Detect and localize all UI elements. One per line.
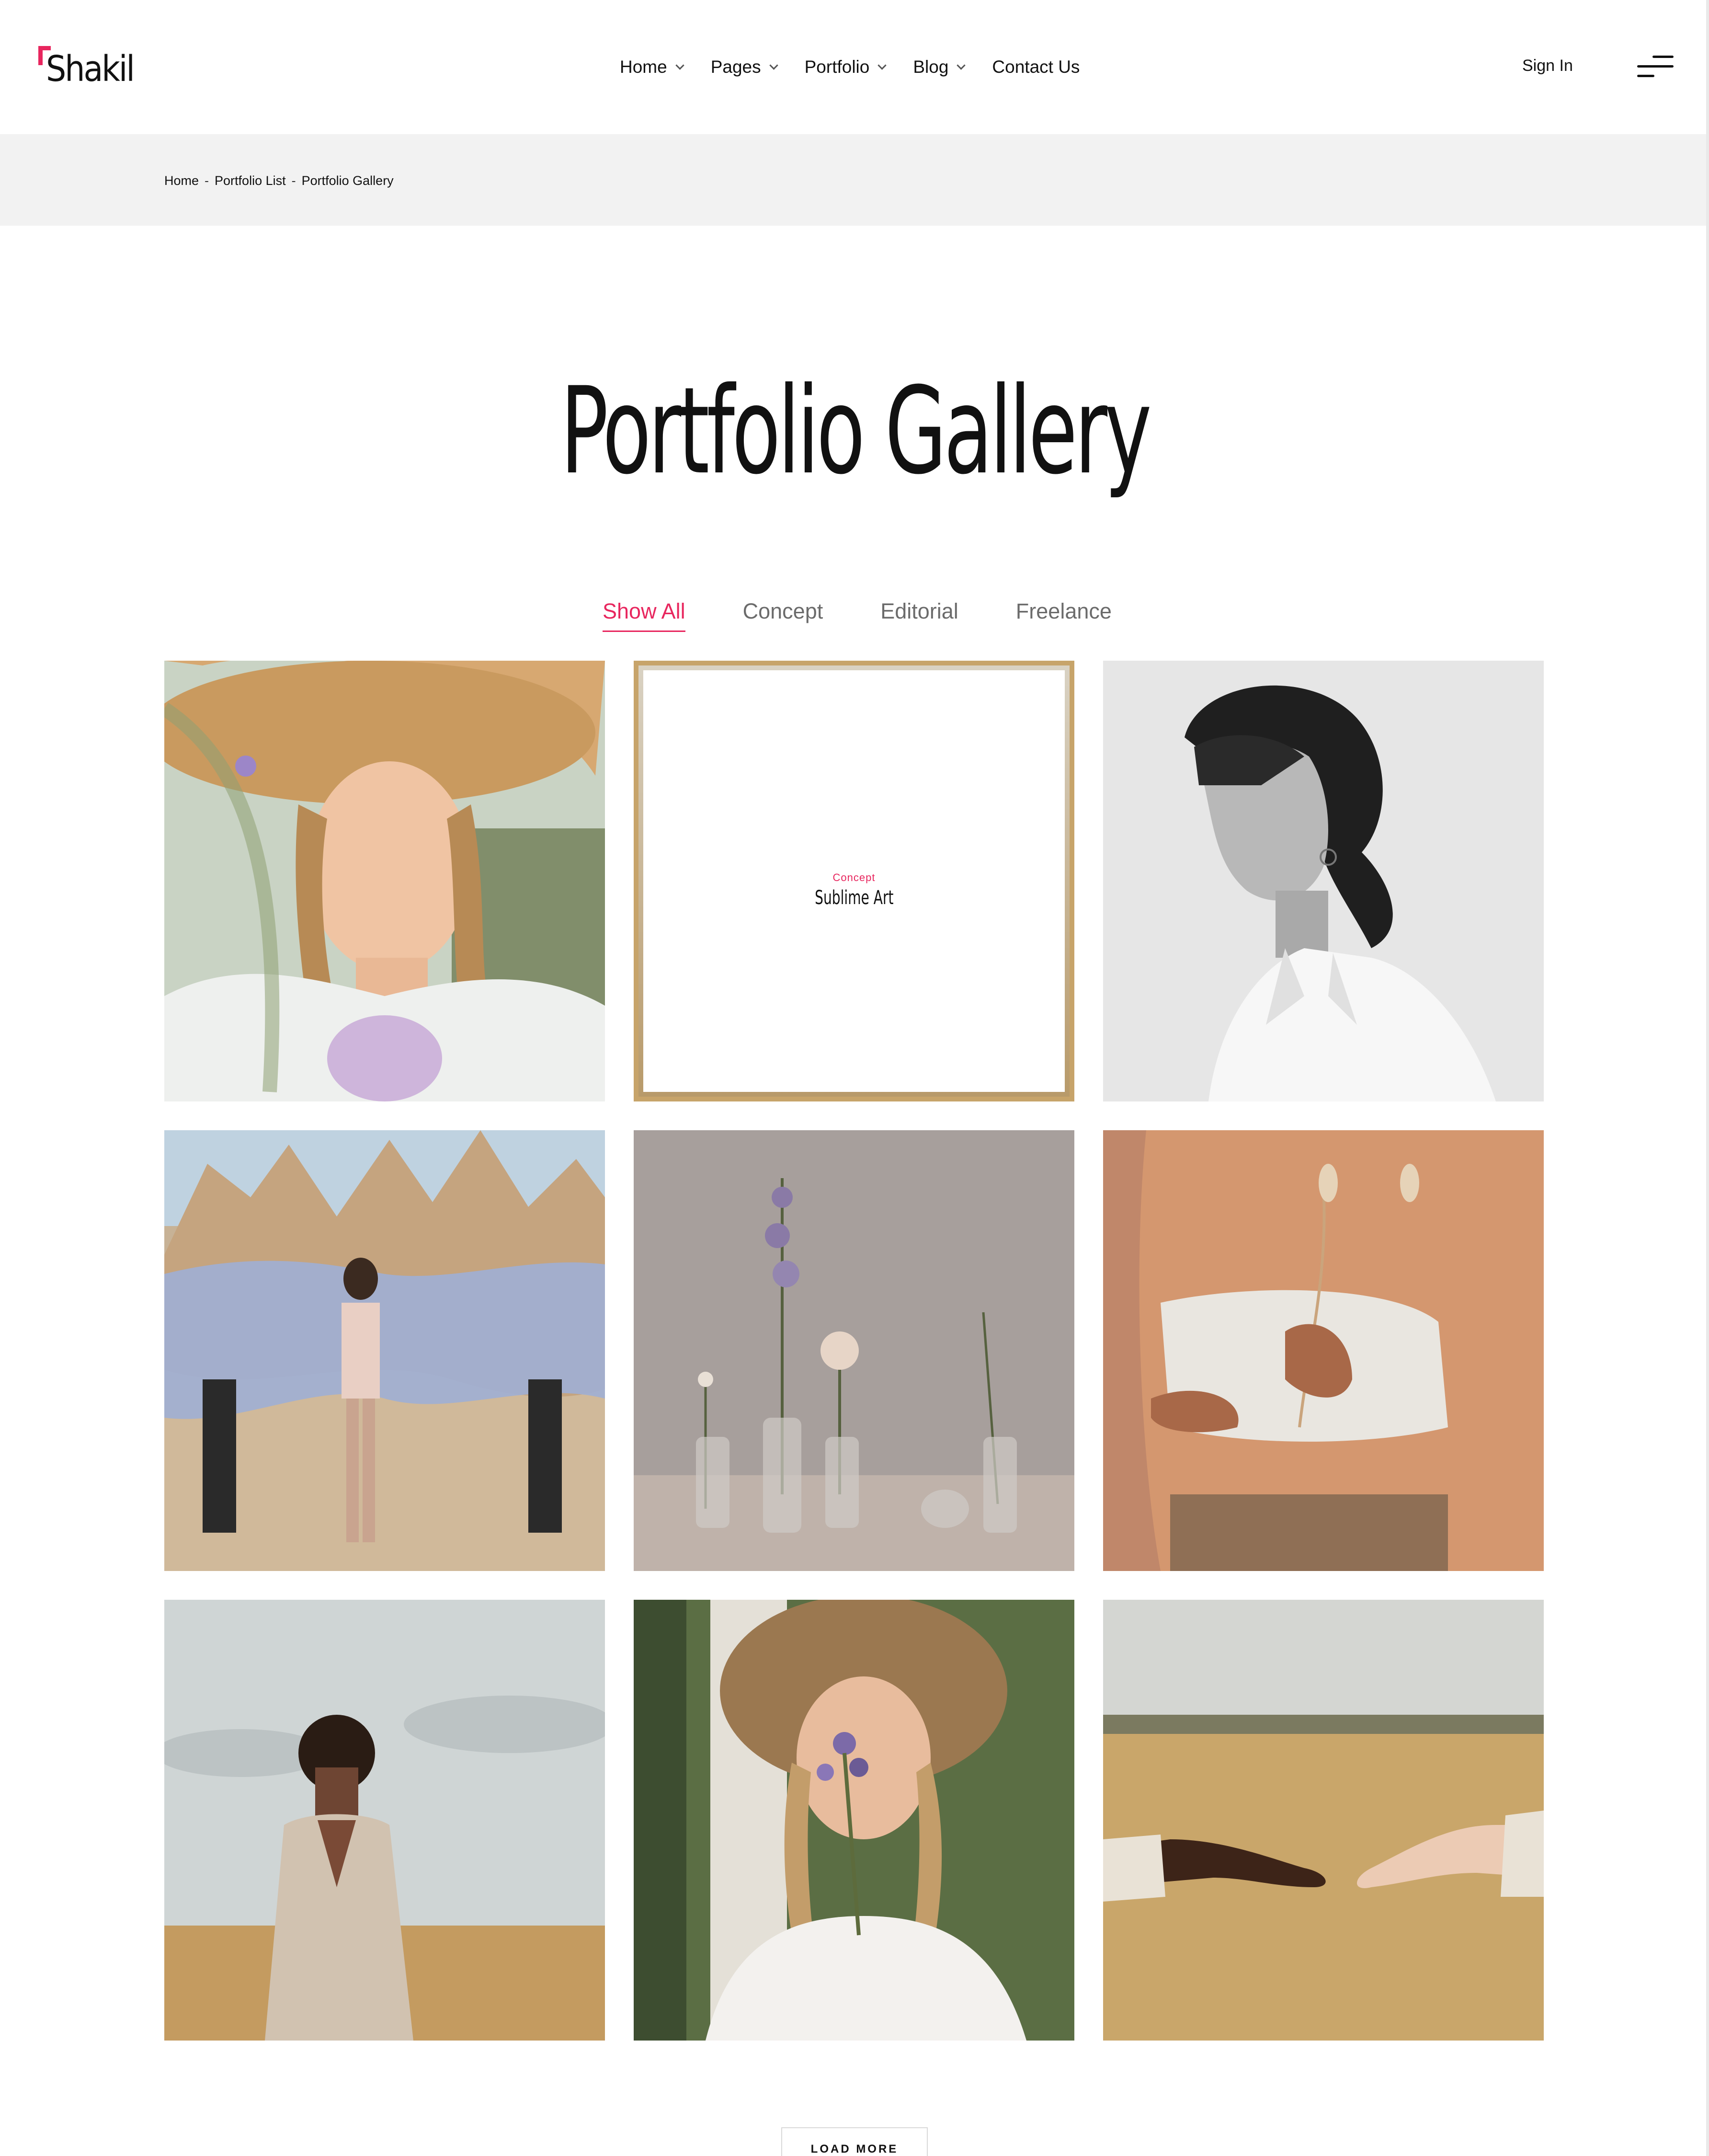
item-category[interactable]: Concept — [643, 872, 1065, 884]
gallery-item-sublime-art[interactable]: Concept Sublime Art — [634, 661, 1074, 1101]
nav-item-label: Portfolio — [804, 57, 870, 77]
dried-flowers-torso-photo — [1103, 1130, 1544, 1571]
breadcrumb-portfolio-list[interactable]: Portfolio List — [215, 173, 286, 188]
chevron-down-icon — [877, 60, 887, 70]
breadcrumb-band: Home - Portfolio List - Portfolio Galler… — [0, 134, 1709, 226]
nav-item-pages[interactable]: Pages — [710, 57, 778, 77]
gallery-item-man-field[interactable] — [164, 1600, 605, 2041]
site-header: Shakil Home Pages Portfolio Blog Contact… — [0, 0, 1709, 134]
sign-in-link[interactable]: Sign In — [1522, 57, 1573, 75]
hands-reaching-field-photo — [1103, 1600, 1544, 2041]
nav-item-portfolio[interactable]: Portfolio — [804, 57, 887, 77]
page-title: Portfolio Gallery — [0, 369, 1709, 493]
woman-straw-hat-photo — [164, 661, 605, 1101]
flowers-in-vases-photo — [634, 1130, 1074, 1571]
item-title[interactable]: Sublime Art — [643, 887, 1065, 909]
woman-profile-bw-photo — [1103, 661, 1544, 1101]
woman-birch-flowers-photo — [634, 1600, 1074, 2041]
hover-card-frame: Concept Sublime Art — [634, 661, 1074, 1101]
nav-item-label: Pages — [710, 57, 761, 77]
gallery-item-desert-fabric[interactable] — [164, 1130, 605, 1571]
logo-text: Shakil — [46, 48, 135, 90]
gallery-item-dried-flowers-torso[interactable] — [1103, 1130, 1544, 1571]
desert-fabric-group-photo — [164, 1130, 605, 1571]
gallery-item-woman-birch[interactable] — [634, 1600, 1074, 2041]
tab-freelance[interactable]: Freelance — [1016, 599, 1112, 632]
tab-show-all[interactable]: Show All — [603, 599, 685, 632]
nav-item-blog[interactable]: Blog — [913, 57, 966, 77]
portfolio-filter-tabs: Show All Concept Editorial Freelance — [603, 599, 1112, 632]
breadcrumb-separator: - — [291, 173, 296, 188]
nav-item-home[interactable]: Home — [620, 57, 684, 77]
gallery-item-woman-straw-hat[interactable] — [164, 661, 605, 1101]
chevron-down-icon — [957, 60, 966, 70]
nav-item-label: Home — [620, 57, 667, 77]
nav-item-label: Blog — [913, 57, 949, 77]
nav-item-contact-us[interactable]: Contact Us — [992, 57, 1080, 77]
hamburger-icon[interactable] — [1637, 54, 1674, 80]
page-scrollbar[interactable] — [1706, 0, 1709, 2156]
gallery-item-woman-profile-bw[interactable] — [1103, 661, 1544, 1101]
chevron-down-icon — [675, 60, 684, 70]
man-in-field-photo — [164, 1600, 605, 2041]
hover-card-overlay: Concept Sublime Art — [643, 670, 1065, 1092]
page-title-text: Portfolio Gallery — [560, 361, 1152, 501]
nav-item-label: Contact Us — [992, 57, 1080, 77]
tab-concept[interactable]: Concept — [743, 599, 823, 632]
tab-editorial[interactable]: Editorial — [880, 599, 958, 632]
gallery-item-hands-field[interactable] — [1103, 1600, 1544, 2041]
breadcrumb-separator: - — [205, 173, 209, 188]
chevron-down-icon — [769, 60, 778, 70]
breadcrumb-current: Portfolio Gallery — [301, 173, 394, 188]
gallery-item-flowers-vases[interactable] — [634, 1130, 1074, 1571]
breadcrumb: Home - Portfolio List - Portfolio Galler… — [164, 173, 394, 188]
main-nav: Home Pages Portfolio Blog Contact Us — [620, 54, 1080, 80]
breadcrumb-home[interactable]: Home — [164, 173, 199, 188]
item-title-text: Sublime Art — [814, 887, 894, 909]
load-more-button[interactable]: LOAD MORE — [781, 2127, 928, 2156]
